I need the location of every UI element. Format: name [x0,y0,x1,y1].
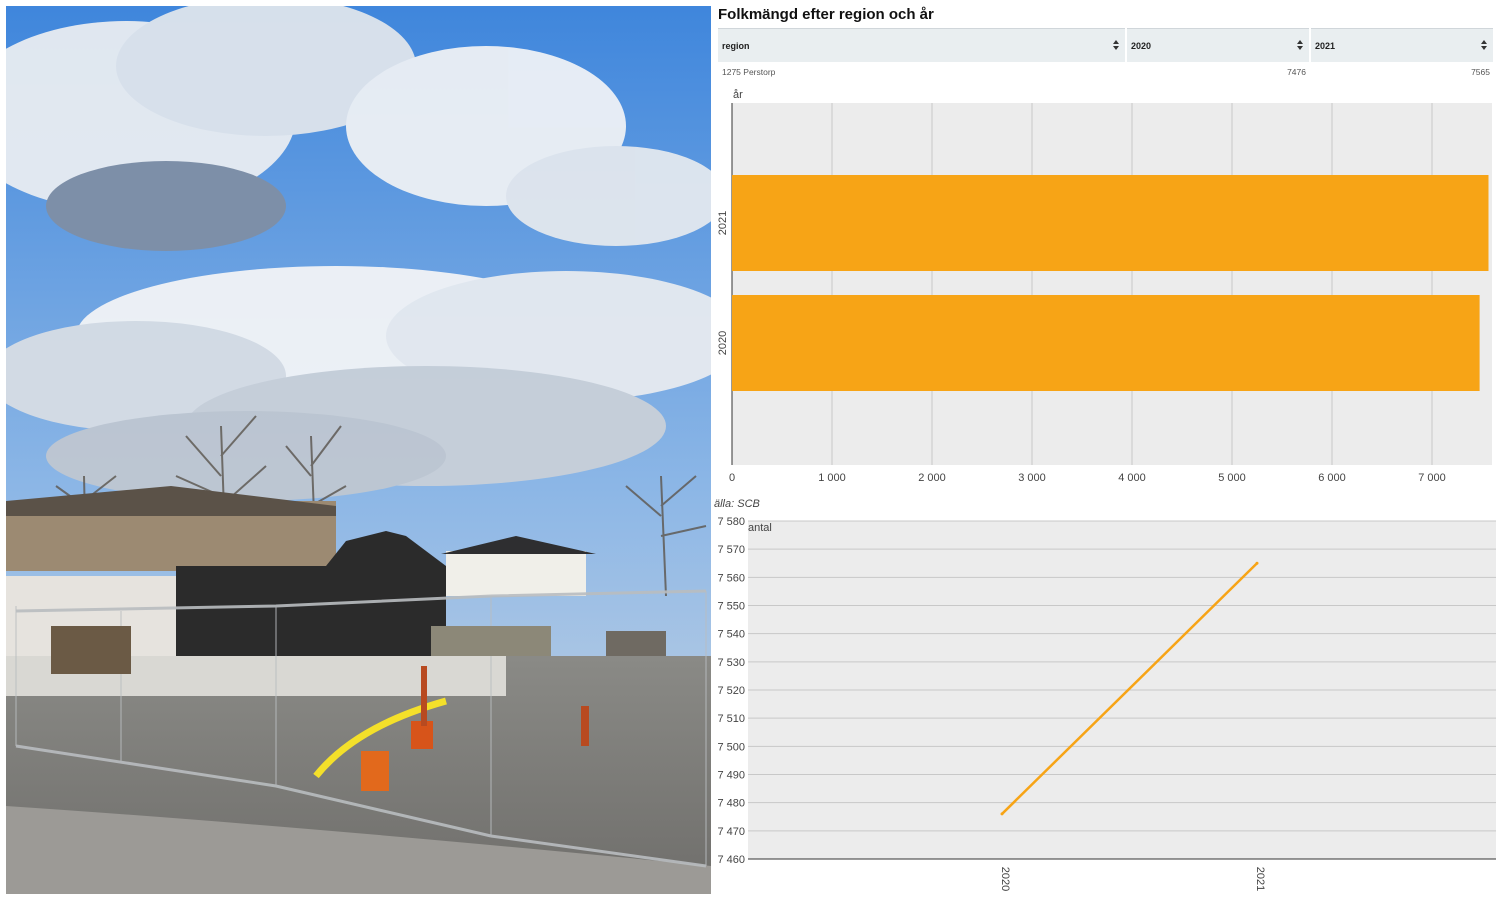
sort-icon [1481,40,1487,50]
x-tick-label: 0 [729,472,735,484]
y-axis-title: antal [748,522,772,534]
y-tick-label: 7 490 [717,770,745,782]
x-tick-label: 2 000 [918,472,946,484]
y-tick-label: 7 550 [717,601,745,613]
x-tick-label: 2021 [1254,867,1266,891]
x-tick-label: 7 000 [1418,472,1446,484]
orange-pipe [361,751,389,791]
insulated-blocks [176,566,446,656]
bar [732,295,1480,391]
photo-illustration [6,6,711,894]
source-caption: älla: SCB [714,498,760,510]
y-axis-title: år [733,89,743,101]
x-tick-label: 3 000 [1018,472,1046,484]
y-tick-label: 7 540 [717,629,745,641]
column-header-label: region [722,41,750,51]
data-point [1255,561,1259,565]
sort-icon [1297,40,1303,50]
line-chart: 7 460 7 470 7 480 7 490 7 500 7 510 7 520 7 530… [717,516,1496,891]
column-header-2021[interactable]: 2021 [1311,28,1493,62]
y-tick-label: 7 500 [717,741,745,753]
y-tick-label: 2021 [717,211,729,235]
y-tick-label: 7 470 [717,826,745,838]
pallets [51,626,131,674]
y-tick-label: 7 530 [717,657,745,669]
y-tick-label: 7 570 [717,544,745,556]
sort-icon [1113,40,1119,50]
column-header-2020[interactable]: 2020 [1127,28,1309,62]
y-tick-label: 7 520 [717,685,745,697]
y-tick-label: 7 460 [717,854,745,866]
table-title: Folkmängd efter region och år [718,6,934,23]
data-point [1000,812,1004,816]
y-tick-label: 7 510 [717,713,745,725]
bar-chart: 0 1 000 2 000 3 000 4 000 5 000 6 000 7 000 år 20… [717,89,1492,484]
white-house [446,551,586,596]
x-tick-label: 5 000 [1218,472,1246,484]
plot-area [732,103,1492,465]
column-header-label: 2020 [1131,41,1152,51]
table-cell-2021: 7565 [1471,67,1490,77]
x-tick-label: 4 000 [1118,472,1146,484]
bar [732,175,1489,271]
x-tick-label: 1 000 [818,472,846,484]
y-tick-label: 2020 [717,331,729,355]
y-tick-label: 7 480 [717,798,745,810]
y-tick-label: 7 560 [717,572,745,584]
x-tick-label: 2020 [999,867,1011,891]
column-header-label: 2021 [1315,41,1336,51]
y-tick-label: 7 580 [717,516,745,528]
column-header-region[interactable]: region [718,28,1125,62]
x-tick-label: 6 000 [1318,472,1346,484]
table-cell-2020: 7476 [1287,67,1306,77]
table-cell-region: 1275 Perstorp [722,67,776,77]
statistics-panel: Folkmängd efter region och år region 202… [712,0,1500,900]
construction-site-photo [6,6,711,894]
